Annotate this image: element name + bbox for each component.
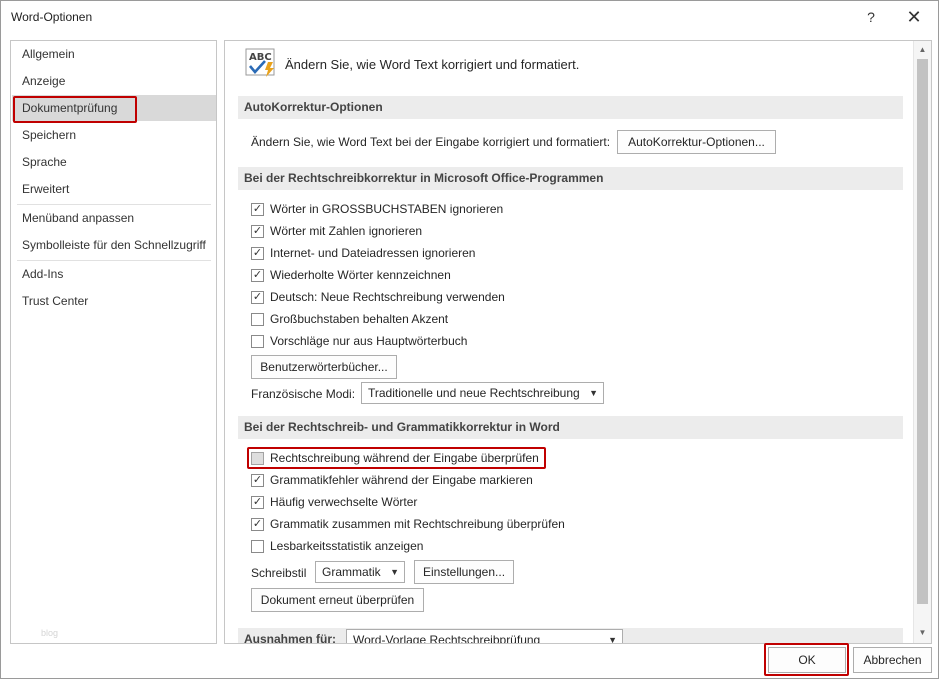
scroll-up-icon[interactable]: ▲	[914, 42, 931, 58]
checkbox-checked[interactable]: ✓	[251, 290, 264, 304]
dropdown-arrow-icon: ▼	[390, 567, 399, 577]
header-description: Ändern Sie, wie Word Text korrigiert und…	[285, 57, 580, 72]
writing-style-select[interactable]: Grammatik ▼	[315, 561, 405, 583]
cancel-button[interactable]: Abbrechen	[853, 647, 932, 673]
scroll-thumb[interactable]	[917, 59, 928, 604]
sidebar-item-allgemein[interactable]: Allgemein	[12, 41, 216, 67]
option-label: Wiederholte Wörter kennzeichnen	[270, 268, 451, 282]
option-label: Großbuchstaben behalten Akzent	[270, 312, 449, 326]
option-label: Wörter in GROSSBUCHSTABEN ignorieren	[270, 202, 504, 216]
option-label: Grammatik zusammen mit Rechtschreibung ü…	[270, 517, 565, 531]
option-uppercase-accent[interactable]: Großbuchstaben behalten Akzent	[251, 309, 448, 329]
sidebar-item-erweitert[interactable]: Erweitert	[12, 176, 216, 202]
french-modes-select[interactable]: Traditionelle und neue Rechtschreibung ▼	[361, 382, 604, 404]
option-label: Wörter mit Zahlen ignorieren	[270, 224, 423, 238]
select-value: Word-Vorlage Rechtschreibprüfung	[353, 633, 541, 644]
grammar-settings-button[interactable]: Einstellungen...	[414, 560, 514, 584]
checkbox-checked[interactable]: ✓	[251, 202, 264, 216]
selected-item-highlight	[13, 96, 137, 123]
checkbox-unchecked[interactable]	[251, 334, 264, 348]
option-label: Häufig verwechselte Wörter	[270, 495, 418, 509]
exceptions-document-select[interactable]: Word-Vorlage Rechtschreibprüfung ▼	[346, 629, 623, 644]
checkbox-unchecked[interactable]	[251, 451, 264, 465]
option-new-spelling[interactable]: ✓ Deutsch: Neue Rechtschreibung verwende…	[251, 287, 505, 307]
option-confused-words[interactable]: ✓ Häufig verwechselte Wörter	[251, 492, 417, 512]
checkbox-checked[interactable]: ✓	[251, 495, 264, 509]
help-button[interactable]: ?	[856, 4, 886, 30]
dropdown-arrow-icon: ▼	[608, 635, 617, 644]
option-label: Grammatikfehler während der Eingabe mark…	[270, 473, 533, 487]
checkbox-checked[interactable]: ✓	[251, 246, 264, 260]
checkbox-checked[interactable]: ✓	[251, 268, 264, 282]
option-check-spelling-as-you-type[interactable]: Rechtschreibung während der Eingabe über…	[251, 448, 539, 468]
option-label: Deutsch: Neue Rechtschreibung verwenden	[270, 290, 505, 304]
ok-button-highlight	[764, 643, 849, 676]
option-main-dictionary-only[interactable]: Vorschläge nur aus Hauptwörterbuch	[251, 331, 467, 351]
option-label: Vorschläge nur aus Hauptwörterbuch	[270, 334, 468, 348]
sidebar-nav: Allgemein Anzeige Dokumentprüfung Speich…	[10, 40, 217, 644]
section-word-spelling: Bei der Rechtschreib- und Grammatikkorre…	[238, 416, 903, 439]
option-label: Rechtschreibung während der Eingabe über…	[270, 451, 539, 465]
sidebar-item-sprache[interactable]: Sprache	[12, 149, 216, 175]
checkbox-unchecked[interactable]	[251, 312, 264, 326]
window-title: Word-Optionen	[11, 10, 93, 24]
checkbox-checked[interactable]: ✓	[251, 224, 264, 238]
section-autocorrect: AutoKorrektur-Optionen	[238, 96, 903, 119]
word-options-dialog: Word-Optionen ? ✕ Allgemein Anzeige Doku…	[0, 0, 939, 679]
section-office-spelling: Bei der Rechtschreibkorrektur in Microso…	[238, 167, 903, 190]
autocorrect-options-button[interactable]: AutoKorrektur-Optionen...	[617, 130, 776, 154]
sidebar-item-menueband[interactable]: Menüband anpassen	[12, 205, 216, 231]
french-modes-label: Französische Modi:	[251, 387, 356, 401]
scroll-down-icon[interactable]: ▼	[914, 625, 931, 641]
title-bar: Word-Optionen ? ✕	[1, 1, 938, 33]
option-readability-stats[interactable]: Lesbarkeitsstatistik anzeigen	[251, 536, 423, 556]
sidebar-item-anzeige[interactable]: Anzeige	[12, 68, 216, 94]
writing-style-label: Schreibstil	[251, 566, 307, 580]
sidebar-item-trust-center[interactable]: Trust Center	[12, 288, 216, 314]
proofing-abc-icon: ABC	[245, 48, 275, 77]
checkbox-unchecked[interactable]	[251, 539, 264, 553]
option-label: Internet- und Dateiadressen ignorieren	[270, 246, 476, 260]
sidebar-item-schnellzugriff[interactable]: Symbolleiste für den Schnellzugriff	[12, 232, 216, 258]
svg-text:ABC: ABC	[249, 52, 272, 63]
select-value: Grammatik	[322, 565, 381, 579]
option-flag-repeated[interactable]: ✓ Wiederholte Wörter kennzeichnen	[251, 265, 451, 285]
option-grammar-with-spelling[interactable]: ✓ Grammatik zusammen mit Rechtschreibung…	[251, 514, 565, 534]
option-ignore-uppercase[interactable]: ✓ Wörter in GROSSBUCHSTABEN ignorieren	[251, 199, 503, 219]
sidebar-item-speichern[interactable]: Speichern	[12, 122, 216, 148]
checkbox-checked[interactable]: ✓	[251, 517, 264, 531]
dropdown-arrow-icon: ▼	[589, 388, 598, 398]
option-label: Lesbarkeitsstatistik anzeigen	[270, 539, 424, 553]
checkbox-checked[interactable]: ✓	[251, 473, 264, 487]
content-scrollbar[interactable]: ▲ ▼	[913, 41, 931, 643]
watermark-text: blog	[41, 628, 59, 638]
custom-dictionaries-button[interactable]: Benutzerwörterbücher...	[251, 355, 397, 379]
recheck-document-button[interactable]: Dokument erneut überprüfen	[251, 588, 424, 612]
autocorrect-description: Ändern Sie, wie Word Text bei der Eingab…	[251, 135, 611, 149]
close-button[interactable]: ✕	[899, 4, 929, 30]
option-ignore-numbers[interactable]: ✓ Wörter mit Zahlen ignorieren	[251, 221, 422, 241]
select-value: Traditionelle und neue Rechtschreibung	[368, 386, 580, 400]
sidebar-item-add-ins[interactable]: Add-Ins	[12, 261, 216, 287]
option-ignore-urls[interactable]: ✓ Internet- und Dateiadressen ignorieren	[251, 243, 475, 263]
option-mark-grammar-errors[interactable]: ✓ Grammatikfehler während der Eingabe ma…	[251, 470, 533, 490]
options-content: ABC Ändern Sie, wie Word Text korrigiert…	[224, 40, 932, 644]
